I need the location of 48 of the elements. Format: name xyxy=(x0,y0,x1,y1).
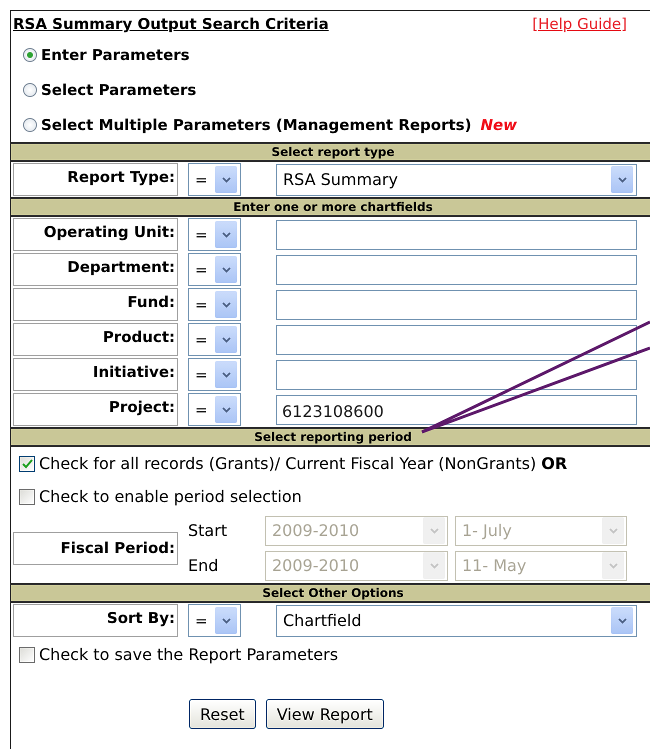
field-label: Department: xyxy=(13,253,178,286)
text-field[interactable] xyxy=(276,290,637,320)
dropdown-select[interactable]: Chartfield xyxy=(276,604,637,636)
section-header: Select reporting period xyxy=(11,427,650,447)
text-field[interactable] xyxy=(276,324,637,354)
operator-select[interactable]: = xyxy=(188,218,241,251)
radio-button[interactable] xyxy=(23,82,37,96)
radio-label[interactable]: Enter Parameters xyxy=(41,46,190,64)
text-field[interactable] xyxy=(276,254,637,284)
help-guide-link[interactable]: [Help Guide] xyxy=(532,15,627,33)
new-label: New xyxy=(480,116,518,134)
radio-button[interactable] xyxy=(23,118,37,132)
radio-label[interactable]: Select Parameters xyxy=(41,80,196,98)
radio-button[interactable] xyxy=(23,48,37,62)
operator-select[interactable]: = xyxy=(188,288,241,321)
operator-select[interactable]: = xyxy=(188,253,241,286)
checkbox[interactable] xyxy=(19,488,35,504)
section-header: Select report type xyxy=(11,142,650,162)
operator-select[interactable]: = xyxy=(188,393,241,426)
field-label: Project: xyxy=(13,393,178,426)
dropdown-select[interactable]: RSA Summary xyxy=(276,164,637,196)
period-label: Start xyxy=(187,521,228,540)
field-label: Fund: xyxy=(13,288,178,321)
text-field[interactable] xyxy=(276,360,637,390)
checkbox[interactable] xyxy=(19,646,35,662)
checkbox-label[interactable]: Check to save the Report Parameters xyxy=(39,645,338,664)
operator-select[interactable]: = xyxy=(188,163,241,196)
field-label: Product: xyxy=(13,323,178,356)
field-label: Fiscal Period: xyxy=(13,532,178,564)
form-button[interactable]: Reset xyxy=(189,699,256,729)
operator-select[interactable]: = xyxy=(188,358,241,391)
field-label: Operating Unit: xyxy=(13,218,178,251)
form-title: RSA Summary Output Search Criteria xyxy=(13,15,329,33)
text-field[interactable] xyxy=(276,220,637,250)
checkbox-label[interactable]: Check for all records (Grants)/ Current Fiscal Year (NonGrants) OR xyxy=(39,454,568,473)
period-label: End xyxy=(187,556,220,575)
form-button[interactable]: View Report xyxy=(266,699,384,729)
section-header: Enter one or more chartfields xyxy=(11,197,650,217)
operator-select[interactable]: = xyxy=(188,323,241,356)
checkbox-label[interactable]: Check to enable period selection xyxy=(39,487,302,506)
checkbox[interactable] xyxy=(19,456,35,472)
field-label: Sort By: xyxy=(13,604,178,637)
field-label: Report Type: xyxy=(13,163,178,196)
radio-label[interactable]: Select Multiple Parameters (Management Reports) xyxy=(41,116,472,134)
section-header: Select Other Options xyxy=(11,583,650,603)
text-field[interactable]: 6123108600 xyxy=(276,394,637,424)
field-label: Initiative: xyxy=(13,358,178,391)
operator-select[interactable]: = xyxy=(188,604,241,637)
